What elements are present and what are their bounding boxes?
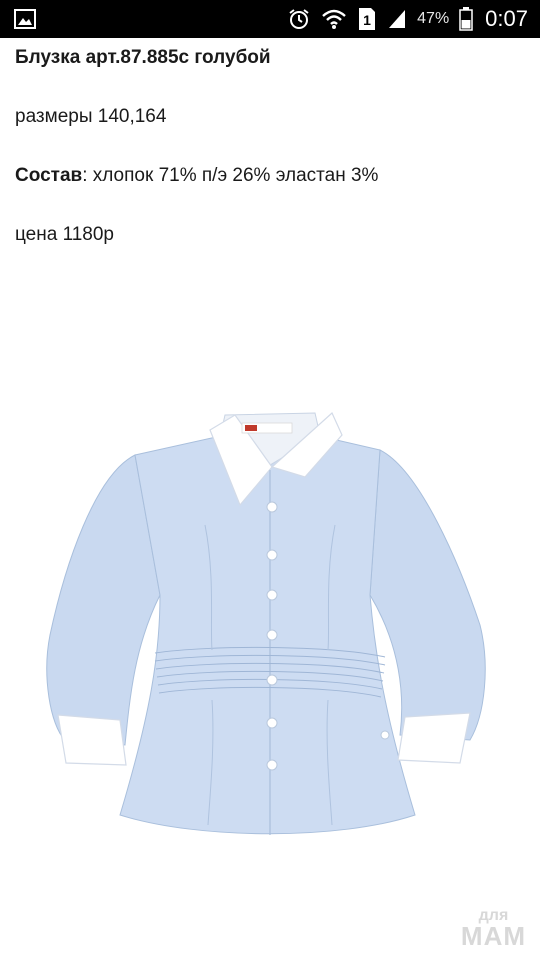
product-description: Блузка арт.87.885с голубой размеры 140,1…: [15, 38, 530, 247]
product-sizes: размеры 140,164: [15, 106, 167, 127]
sim-1-icon: 1: [357, 7, 377, 31]
product-title: Блузка арт.87.885с голубой: [15, 47, 271, 68]
product-photo[interactable]: [40, 395, 500, 865]
wifi-icon: [321, 8, 347, 30]
watermark-logo: для МАМ: [460, 908, 526, 951]
alarm-icon: [287, 7, 311, 31]
watermark-line2: МАМ: [460, 921, 526, 951]
product-price: цена 1180р: [15, 224, 114, 245]
svg-text:1: 1: [363, 12, 371, 28]
composition-label: Состав: [15, 165, 83, 186]
status-bar: 1 47% 0:07: [0, 0, 540, 38]
signal-icon: [387, 8, 407, 30]
image-icon: [14, 9, 36, 29]
product-composition: Состав: хлопок 71% п/э 26% эластан 3%: [15, 164, 530, 188]
composition-value: : хлопок 71% п/э 26% эластан 3%: [82, 165, 379, 186]
clock: 0:07: [485, 6, 528, 31]
battery-percent: 47%: [417, 10, 450, 27]
battery-icon: [459, 7, 473, 31]
